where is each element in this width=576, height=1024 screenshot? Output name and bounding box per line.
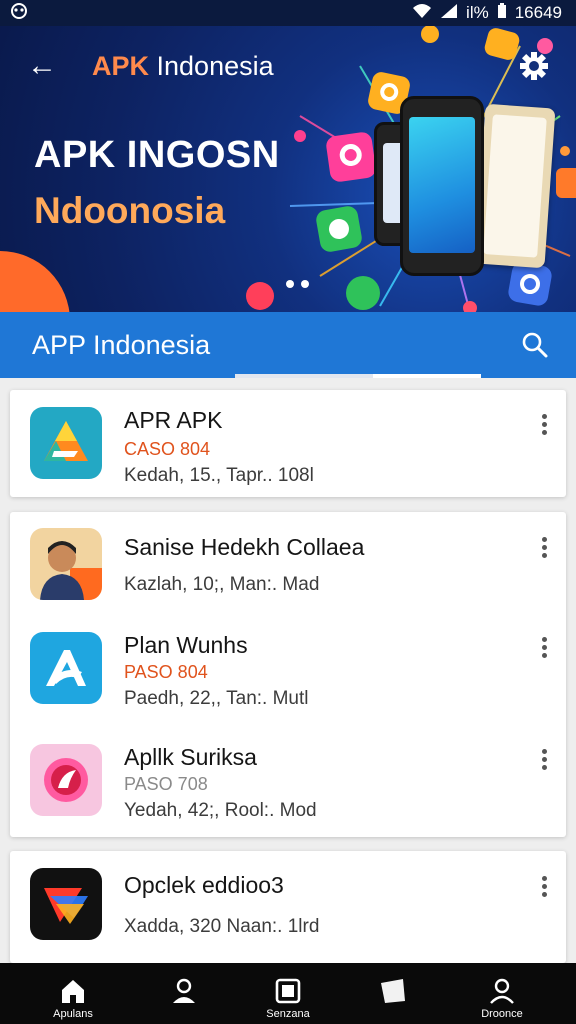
app-meta: Kazlah, 10;, Man:. Mad	[124, 574, 320, 595]
app-icon-survey	[30, 744, 102, 816]
green-app-icon	[314, 204, 364, 254]
app-meta: Yedah, 42;, Rool:. Mod	[124, 800, 317, 821]
nav-label: Apulans	[53, 1008, 93, 1020]
app-size: PASO 804	[124, 662, 208, 682]
app-title-rest: Indonesia	[149, 51, 274, 81]
hero-subheadline: Ndoonosia	[34, 190, 226, 231]
list-item[interactable]: APR APK CASO 804 Kedah, 15., Tapr.. 108l	[10, 407, 566, 507]
more-options-button[interactable]	[536, 635, 552, 661]
nav-profile[interactable]: Droonce	[452, 963, 552, 1024]
tag-icon	[381, 979, 405, 1003]
list-item[interactable]: Opclek eddioo3 Xadda, 320 Naan:. 1lrd	[10, 868, 566, 968]
screen: il% 16649 ← APK Indonesia APK INGOSN Ndo…	[0, 0, 576, 1024]
signal-icon	[440, 3, 458, 24]
bottom-navigation: Apulans Senzana Droonce	[0, 963, 576, 1024]
app-meta: Xadda, 320 Naan:. 1lrd	[124, 916, 320, 937]
notification-icon	[10, 2, 28, 24]
square-icon	[275, 978, 301, 1004]
more-options-button[interactable]	[536, 412, 552, 438]
nav-label: Senzana	[266, 1008, 310, 1020]
gear-icon	[520, 52, 548, 80]
profile-icon	[490, 978, 514, 1004]
app-icon-opclek	[30, 868, 102, 940]
app-title: Plan Wunhs	[124, 632, 248, 658]
section-title: APP Indonesia	[32, 330, 211, 360]
more-options-button[interactable]	[536, 535, 552, 561]
more-options-button[interactable]	[536, 747, 552, 773]
battery-percent: il%	[466, 3, 489, 22]
document-illustration	[474, 103, 556, 269]
app-meta: Paedh, 22,, Tan:. Mutl	[124, 688, 309, 709]
more-options-button[interactable]	[536, 874, 552, 900]
app-title: APR APK	[124, 407, 223, 433]
app-icon-plan	[30, 632, 102, 704]
search-icon	[522, 332, 548, 358]
list-item[interactable]: Plan Wunhs PASO 804 Paedh, 22,, Tan:. Mu…	[10, 632, 566, 732]
person-icon	[173, 978, 195, 1003]
app-card: APR APK CASO 804 Kedah, 15., Tapr.. 108l	[10, 390, 566, 497]
hero-banner: ← APK Indonesia APK INGOSN Ndoonosia	[0, 26, 576, 312]
phone-illustration-front	[400, 96, 484, 276]
app-card: Opclek eddioo3 Xadda, 320 Naan:. 1lrd	[10, 851, 566, 963]
nav-label: Droonce	[481, 1008, 523, 1020]
nav-senzana[interactable]: Senzana	[238, 963, 338, 1024]
app-title-accent: APK	[92, 51, 150, 81]
status-icons: il% 16649	[412, 2, 562, 24]
hero-headline: APK INGOSN	[34, 134, 280, 176]
pink-app-icon	[325, 131, 377, 183]
email-app-icon	[556, 168, 576, 198]
purple-app-icon	[506, 260, 554, 308]
nav-people[interactable]	[134, 963, 234, 1024]
section-app-bar: APP Indonesia	[0, 312, 576, 378]
app-size: CASO 804	[124, 439, 211, 459]
status-bar: il% 16649	[0, 0, 576, 26]
home-icon	[62, 980, 84, 1003]
app-title: Sanise Hedekh Collaea	[124, 534, 365, 560]
app-title: APK Indonesia	[92, 48, 274, 84]
chat-app-icon	[346, 276, 380, 310]
battery-icon	[497, 2, 507, 24]
app-icon-apr	[30, 407, 102, 479]
settings-button[interactable]	[514, 46, 554, 86]
app-title: Opclek eddioo3	[124, 872, 284, 898]
list-item[interactable]: Sanise Hedekh Collaea Kazlah, 10;, Man:.…	[10, 528, 566, 628]
tab-indicator-inactive[interactable]	[235, 374, 373, 378]
app-title: Apllk Suriksa	[124, 744, 257, 770]
back-button[interactable]: ←	[24, 48, 60, 84]
app-card: Sanise Hedekh Collaea Kazlah, 10;, Man:.…	[10, 512, 566, 837]
nav-home[interactable]: Apulans	[23, 963, 123, 1024]
clock: 16649	[514, 3, 562, 22]
list-item[interactable]: Apllk Suriksa PASO 708 Yedah, 42;, Rool:…	[10, 744, 566, 844]
app-meta: Kedah, 15., Tapr.. 108l	[124, 465, 314, 486]
search-button[interactable]	[516, 326, 554, 364]
wifi-icon	[412, 3, 432, 24]
app-icon-avatar	[30, 528, 102, 600]
app-size: PASO 708	[124, 774, 208, 794]
nav-tags[interactable]	[343, 963, 443, 1024]
tab-indicator-active[interactable]	[373, 374, 481, 378]
